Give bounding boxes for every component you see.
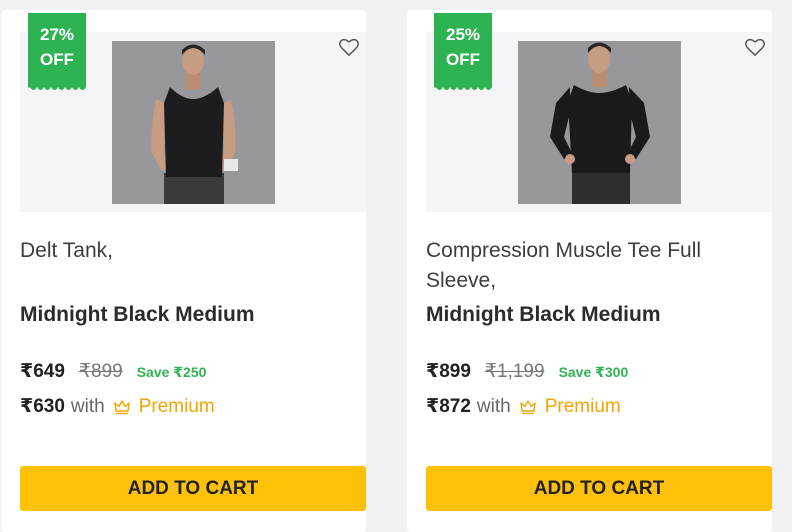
product-variant: Midnight Black Medium xyxy=(20,303,255,326)
product-name[interactable]: Delt Tank, xyxy=(20,236,350,266)
premium-price-row: ₹872 with Premium xyxy=(426,395,621,418)
product-photo[interactable] xyxy=(112,41,275,204)
sale-price: ₹649 xyxy=(20,361,65,382)
price-row: ₹649 ₹899 Save ₹250 xyxy=(20,360,206,383)
premium-label[interactable]: Premium xyxy=(139,396,215,418)
add-to-cart-button[interactable]: ADD TO CART xyxy=(426,466,772,511)
heart-icon[interactable] xyxy=(744,37,766,57)
product-photo[interactable] xyxy=(518,41,681,204)
discount-off-label: OFF xyxy=(446,50,480,69)
discount-percent: 25% xyxy=(445,25,481,44)
original-price: ₹899 xyxy=(78,361,123,382)
add-to-cart-button[interactable]: ADD TO CART xyxy=(20,466,366,511)
product-card[interactable]: 25% OFF Compression Muscle Tee Full Slee… xyxy=(407,10,772,532)
discount-badge: 25% OFF xyxy=(434,13,492,90)
badge-wave-edge xyxy=(434,85,492,90)
product-card[interactable]: 27% OFF Delt Tank, Midnight Black Medium… xyxy=(1,10,366,532)
premium-price: ₹630 xyxy=(20,396,65,417)
heart-icon[interactable] xyxy=(338,37,360,57)
badge-wave-edge xyxy=(28,85,86,90)
premium-with-label: with xyxy=(70,395,105,417)
original-price: ₹1,199 xyxy=(484,361,545,382)
crown-icon xyxy=(114,399,130,414)
crown-icon xyxy=(520,399,536,414)
sale-price: ₹899 xyxy=(426,361,471,382)
premium-with-label: with xyxy=(476,395,511,417)
premium-price: ₹872 xyxy=(426,396,471,417)
savings-label: Save ₹250 xyxy=(136,364,207,380)
premium-label[interactable]: Premium xyxy=(545,396,621,418)
discount-badge: 27% OFF xyxy=(28,13,86,90)
discount-percent: 27% xyxy=(39,25,75,44)
discount-off-label: OFF xyxy=(40,50,74,69)
product-name[interactable]: Compression Muscle Tee Full Sleeve, xyxy=(426,236,756,296)
premium-price-row: ₹630 with Premium xyxy=(20,395,215,418)
price-row: ₹899 ₹1,199 Save ₹300 xyxy=(426,360,628,383)
product-variant: Midnight Black Medium xyxy=(426,303,661,326)
savings-label: Save ₹300 xyxy=(558,364,629,380)
